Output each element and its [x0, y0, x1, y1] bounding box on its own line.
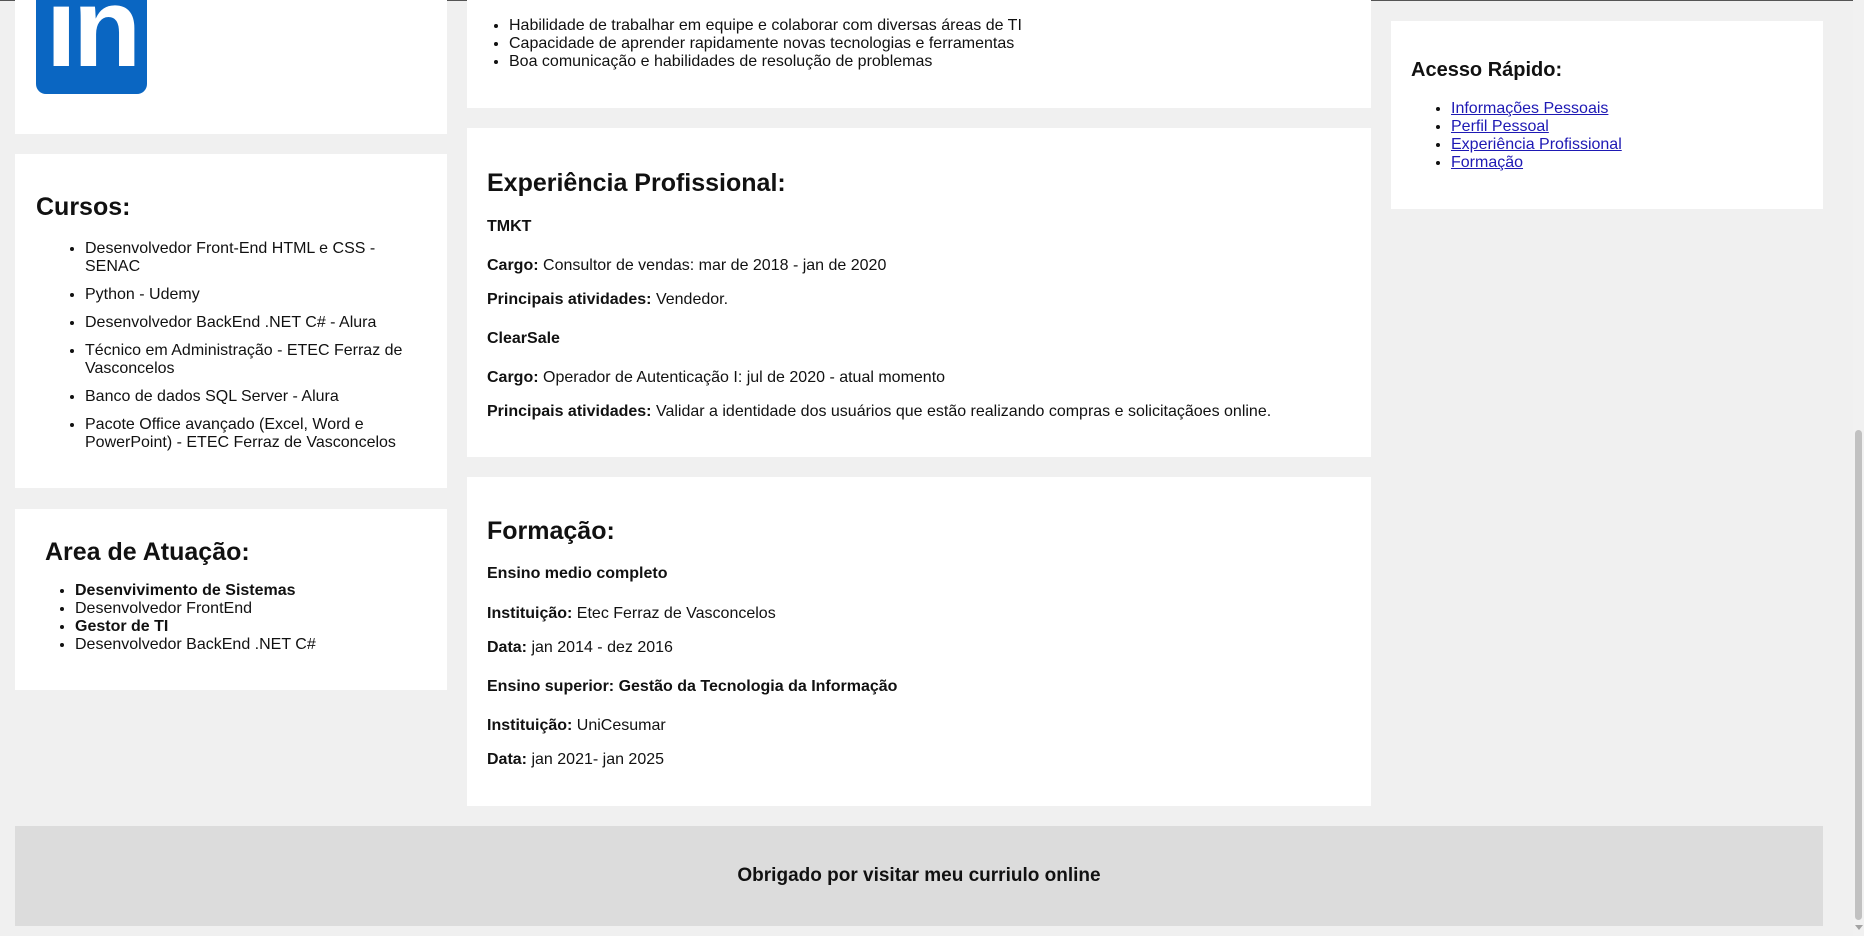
quick-link-item: Informações Pessoais: [1451, 100, 1811, 118]
list-item: Pacote Office avançado (Excel, Word e Po…: [85, 416, 420, 452]
courses-list: Desenvolvedor Front-End HTML e CSS - SEN…: [85, 240, 420, 462]
education-panel: Formação: Ensino medio completo Institui…: [467, 477, 1371, 806]
job-company: ClearSale: [487, 330, 560, 347]
scrollbar-thumb[interactable]: [1855, 430, 1862, 920]
area-list: Desenvivimento de Sistemas Desenvolvedor…: [75, 582, 435, 654]
date-value: jan 2014 - dez 2016: [531, 639, 673, 656]
courses-panel: Cursos: Desenvolvedor Front-End HTML e C…: [15, 154, 447, 488]
quick-link-item: Formação: [1451, 154, 1811, 172]
list-item: Gestor de TI: [75, 618, 435, 636]
date-value: jan 2021- jan 2025: [531, 751, 665, 768]
quick-access-title: Acesso Rápido:: [1411, 59, 1563, 81]
date-label: Data:: [487, 639, 528, 656]
education-institution: Instituição: UniCesumar: [487, 717, 666, 735]
job-role: Cargo: Operador de Autenticação I: jul d…: [487, 369, 945, 387]
list-item: Desenvivimento de Sistemas: [75, 582, 435, 600]
quick-access-panel: Acesso Rápido: Informações Pessoais Perf…: [1391, 21, 1823, 209]
quick-link-item: Experiência Profissional: [1451, 136, 1811, 154]
institution-label: Instituição:: [487, 605, 573, 622]
link-education[interactable]: Formação: [1451, 154, 1523, 171]
footer: Obrigado por visitar meu curriulo online: [15, 826, 1823, 926]
job-activities-label: Principais atividades:: [487, 291, 652, 308]
list-item: Desenvolvedor BackEnd .NET C# - Alura: [85, 314, 420, 332]
quick-link-item: Perfil Pessoal: [1451, 118, 1811, 136]
courses-title: Cursos:: [36, 193, 131, 221]
area-panel: Area de Atuação: Desenvivimento de Siste…: [15, 509, 447, 690]
list-item: Técnico em Administração - ETEC Ferraz d…: [85, 342, 420, 378]
skills-panel: Habilidade de trabalhar em equipe e cola…: [467, 0, 1371, 108]
education-date: Data: jan 2014 - dez 2016: [487, 639, 673, 657]
job-role-label: Cargo:: [487, 257, 539, 274]
job-activities: Principais atividades: Validar a identid…: [487, 403, 1271, 421]
job-activities-value: Validar a identidade dos usuários que es…: [655, 403, 1272, 420]
institution-value: UniCesumar: [576, 717, 666, 734]
experience-panel: Experiência Profissional: TMKT Cargo: Co…: [467, 128, 1371, 457]
skills-list: Habilidade de trabalhar em equipe e cola…: [509, 17, 1349, 71]
link-personal-profile[interactable]: Perfil Pessoal: [1451, 118, 1549, 135]
scroll-down-arrow-icon[interactable]: [1855, 925, 1863, 930]
link-personal-info[interactable]: Informações Pessoais: [1451, 100, 1608, 117]
list-item: Python - Udemy: [85, 286, 420, 304]
area-title: Area de Atuação:: [45, 538, 250, 566]
list-item: Capacidade de aprender rapidamente novas…: [509, 35, 1349, 53]
list-item: Habilidade de trabalhar em equipe e cola…: [509, 17, 1349, 35]
linkedin-icon[interactable]: in: [36, 0, 147, 94]
job-activities-label: Principais atividades:: [487, 403, 652, 420]
page-scrollbar[interactable]: [1853, 0, 1864, 936]
link-professional-experience[interactable]: Experiência Profissional: [1451, 136, 1622, 153]
education-date: Data: jan 2021- jan 2025: [487, 751, 664, 769]
education-title: Formação:: [487, 517, 615, 545]
list-item: Desenvolvedor Front-End HTML e CSS - SEN…: [85, 240, 420, 276]
job-role-label: Cargo:: [487, 369, 539, 386]
education-degree: Ensino superior: Gestão da Tecnologia da…: [487, 678, 898, 695]
job-activities: Principais atividades: Vendedor.: [487, 291, 728, 309]
job-role: Cargo: Consultor de vendas: mar de 2018 …: [487, 257, 886, 275]
linkedin-panel: in: [15, 0, 447, 134]
job-role-value: Consultor de vendas: mar de 2018 - jan d…: [543, 257, 887, 274]
institution-value: Etec Ferraz de Vasconcelos: [576, 605, 776, 622]
linkedin-logo-text: in: [45, 0, 142, 90]
job-company: TMKT: [487, 218, 532, 235]
list-item: Boa comunicação e habilidades de resoluç…: [509, 53, 1349, 71]
list-item: Desenvolvedor BackEnd .NET C#: [75, 636, 435, 654]
list-item: Banco de dados SQL Server - Alura: [85, 388, 420, 406]
quick-access-list: Informações Pessoais Perfil Pessoal Expe…: [1451, 100, 1811, 172]
list-item: Desenvolvedor FrontEnd: [75, 600, 435, 618]
job-activities-value: Vendedor.: [655, 291, 729, 308]
education-institution: Instituição: Etec Ferraz de Vasconcelos: [487, 605, 776, 623]
date-label: Data:: [487, 751, 528, 768]
education-degree: Ensino medio completo: [487, 565, 668, 582]
footer-text: Obrigado por visitar meu curriulo online: [737, 865, 1101, 886]
experience-title: Experiência Profissional:: [487, 169, 786, 197]
institution-label: Instituição:: [487, 717, 573, 734]
job-role-value: Operador de Autenticação I: jul de 2020 …: [543, 369, 946, 386]
